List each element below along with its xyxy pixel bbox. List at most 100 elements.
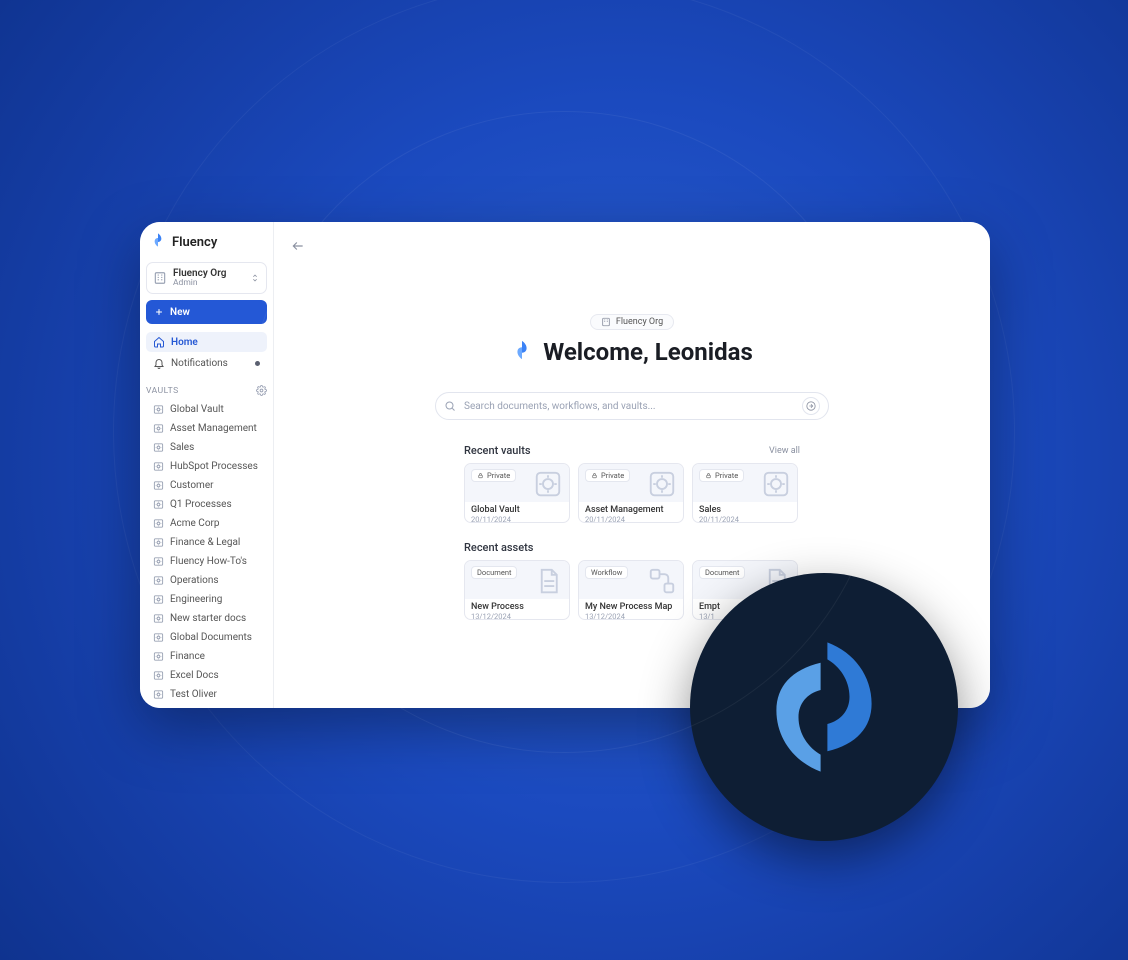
vault-item[interactable]: Sales [146, 438, 267, 457]
notification-dot-icon [255, 361, 260, 366]
card-date: 13/12/2024 [585, 612, 677, 620]
vault-icon [153, 594, 164, 605]
card-title: Sales [699, 505, 791, 515]
vault-item[interactable]: Finance [146, 647, 267, 666]
vault-item[interactable]: Test Oliver [146, 685, 267, 704]
chevron-up-down-icon [250, 273, 260, 283]
brand-logo-icon [739, 622, 909, 792]
card-title: My New Process Map [585, 602, 677, 612]
brand-name: Fluency [172, 235, 217, 250]
search-submit-button[interactable] [802, 397, 820, 415]
vault-icon [153, 689, 164, 700]
vault-item[interactable]: Fluency How-To's [146, 552, 267, 571]
vault-icon [153, 518, 164, 529]
card-badge: Document [471, 566, 517, 579]
nav-home[interactable]: Home [146, 332, 267, 352]
brand-logo-icon [150, 232, 166, 252]
vault-card[interactable]: Private Sales20/11/2024 [692, 463, 798, 523]
vault-card[interactable]: Private Global Vault20/11/2024 [464, 463, 570, 523]
vault-item[interactable]: Engineering [146, 590, 267, 609]
vault-item-label: Fluency How-To's [170, 556, 247, 567]
vault-icon [153, 556, 164, 567]
recent-vault-cards: PrivateGlobal Vault20/11/2024PrivateAsse… [464, 463, 800, 523]
card-badge: Document [699, 566, 745, 579]
vault-icon [153, 461, 164, 472]
vault-item-label: Finance [170, 651, 205, 662]
recent-vaults-title: Recent vaults [464, 444, 531, 457]
lock-icon [591, 472, 598, 479]
vault-item-label: Engineering [170, 594, 222, 605]
vault-item[interactable]: Global Documents [146, 628, 267, 647]
vault-item-label: HubSpot Processes [170, 461, 258, 472]
vault-item[interactable]: Q1 Processes [146, 495, 267, 514]
vault-item[interactable]: Customer [146, 476, 267, 495]
safe-icon [533, 469, 563, 499]
brand-logo-icon [511, 339, 533, 365]
vault-item[interactable]: Excel Docs [146, 666, 267, 685]
lock-icon [477, 472, 484, 479]
vault-item[interactable]: Global Vault [146, 400, 267, 419]
vault-item-label: Customer [170, 480, 214, 491]
card-title: Global Vault [471, 505, 563, 515]
vault-item-label: Acme Corp [170, 518, 220, 529]
vault-item[interactable]: New starter docs [146, 609, 267, 628]
document-icon [533, 566, 563, 596]
gear-icon[interactable] [256, 385, 267, 396]
org-switcher[interactable]: Fluency Org Admin [146, 262, 267, 294]
asset-card[interactable]: Workflow My New Process Map13/12/2024 [578, 560, 684, 620]
card-date: 20/11/2024 [699, 515, 791, 523]
bell-icon [153, 357, 165, 369]
org-role: Admin [173, 279, 244, 288]
vault-item[interactable]: Asset Management [146, 419, 267, 438]
card-date: 20/11/2024 [471, 515, 563, 523]
vault-item-label: Operations [170, 575, 219, 586]
home-icon [153, 336, 165, 348]
vault-icon [153, 651, 164, 662]
vault-icon [153, 423, 164, 434]
card-badge: Workflow [585, 566, 628, 579]
vault-item[interactable]: Acme Corp [146, 514, 267, 533]
search-input[interactable]: Search documents, workflows, and vaults.… [435, 392, 829, 420]
card-title: New Process [471, 602, 563, 612]
card-date: 13/12/2024 [471, 612, 563, 620]
vault-list: Global Vault Asset Management Sales HubSpot… [146, 400, 267, 704]
vault-item-label: Q1 Processes [170, 499, 232, 510]
card-badge: Private [585, 469, 630, 482]
vault-item[interactable]: HubSpot Processes [146, 457, 267, 476]
vault-icon [153, 575, 164, 586]
card-title: Asset Management [585, 505, 677, 515]
vault-icon [153, 442, 164, 453]
card-badge: Private [699, 469, 744, 482]
search-icon [444, 400, 456, 412]
asset-card[interactable]: Document New Process13/12/2024 [464, 560, 570, 620]
building-icon [153, 271, 167, 285]
view-all-vaults[interactable]: View all [769, 446, 800, 456]
card-date: 20/11/2024 [585, 515, 677, 523]
org-chip[interactable]: Fluency Org [590, 314, 674, 330]
vault-icon [153, 499, 164, 510]
card-badge: Private [471, 469, 516, 482]
primary-nav: Home Notifications [146, 332, 267, 373]
safe-icon [761, 469, 791, 499]
vault-card[interactable]: Private Asset Management20/11/2024 [578, 463, 684, 523]
vault-item-label: Excel Docs [170, 670, 219, 681]
safe-icon [647, 469, 677, 499]
vault-icon [153, 537, 164, 548]
vault-icon [153, 404, 164, 415]
vault-icon [153, 632, 164, 643]
vault-item[interactable]: Operations [146, 571, 267, 590]
workflow-icon [647, 566, 677, 596]
nav-notifications[interactable]: Notifications [146, 353, 267, 373]
vault-item-label: Global Documents [170, 632, 252, 643]
vault-item-label: Sales [170, 442, 194, 453]
back-button[interactable] [288, 236, 308, 256]
search-placeholder: Search documents, workflows, and vaults.… [464, 401, 794, 412]
vault-item-label: Asset Management [170, 423, 257, 434]
vault-item-label: New starter docs [170, 613, 246, 624]
new-button[interactable]: New [146, 300, 267, 324]
vault-item[interactable]: Finance & Legal [146, 533, 267, 552]
recent-assets-title: Recent assets [464, 541, 533, 554]
welcome-heading: Welcome, Leonidas [543, 338, 753, 366]
new-button-label: New [170, 307, 190, 318]
sidebar: Fluency Fluency Org Admin New Home Notif… [140, 222, 274, 708]
